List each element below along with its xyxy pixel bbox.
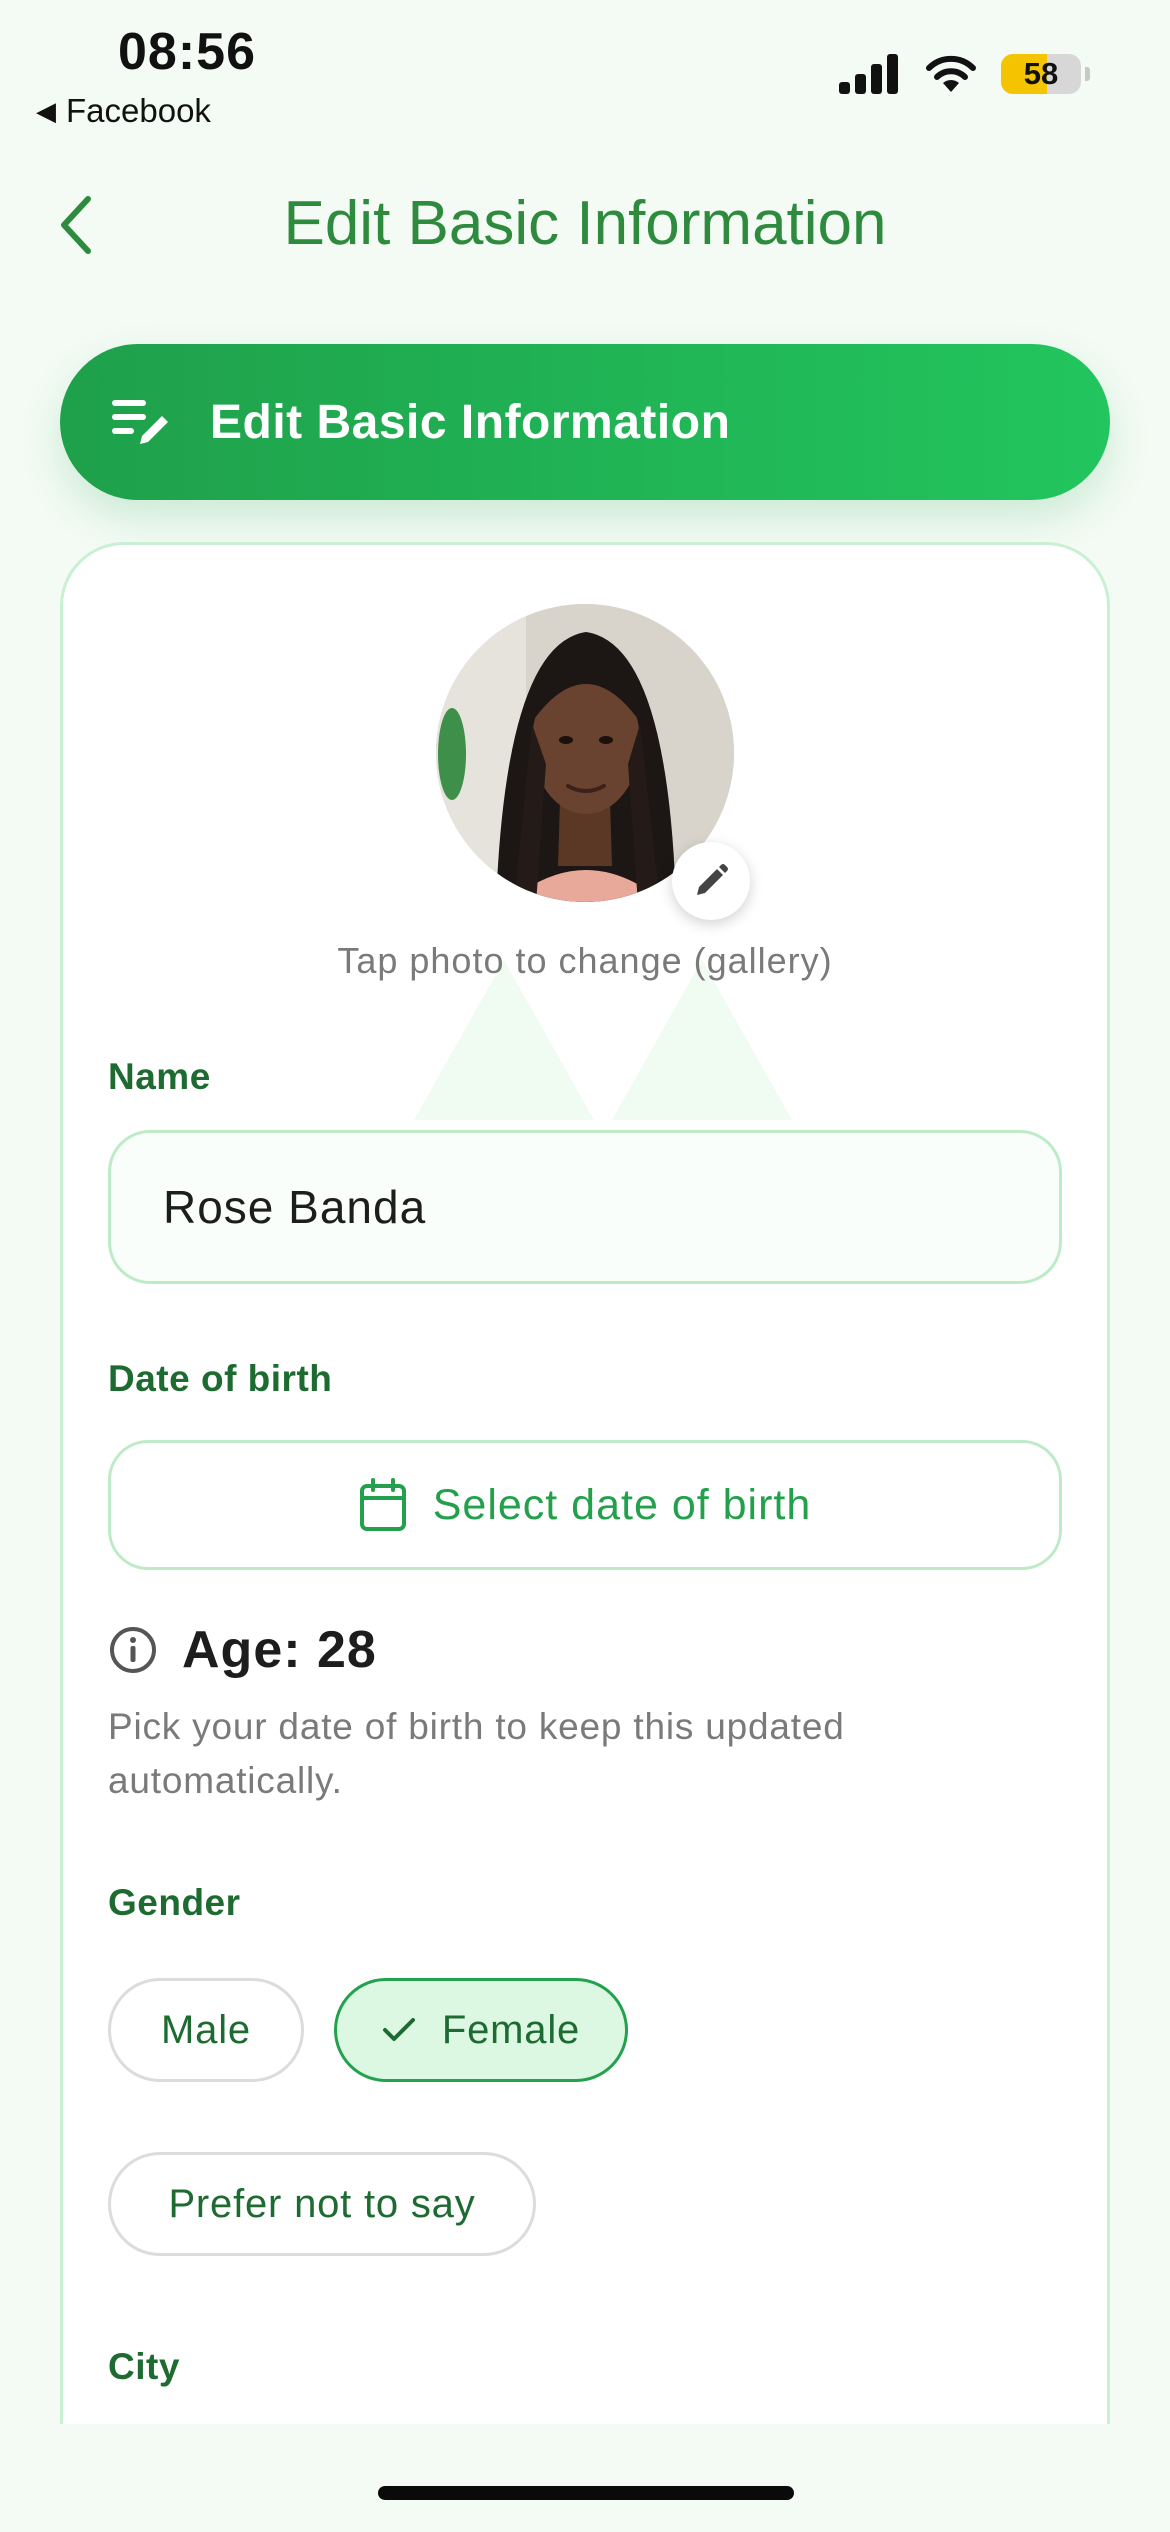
city-label: City <box>108 2346 180 2387</box>
calendar-icon <box>359 1478 406 1531</box>
section-header-banner: Edit Basic Information <box>60 344 1110 500</box>
gender-option-male[interactable]: Male <box>108 1978 304 2082</box>
battery-level: 58 <box>1023 56 1059 91</box>
select-dob-button[interactable]: Select date of birth <box>108 1440 1062 1570</box>
name-label: Name <box>108 1056 211 1097</box>
decor-shape <box>414 960 594 1120</box>
back-triangle-icon: ◀ <box>36 95 56 126</box>
pencil-icon[interactable] <box>672 842 750 920</box>
age-value: Age: 28 <box>182 1621 377 1679</box>
back-to-app-link[interactable]: ◀ Facebook <box>36 92 211 130</box>
wifi-icon <box>926 55 976 92</box>
decor-shape <box>612 960 792 1120</box>
battery-icon: 58 <box>1001 54 1081 94</box>
select-dob-label: Select date of birth <box>432 1480 812 1529</box>
info-icon <box>110 1627 156 1673</box>
age-row: Age: 28 <box>108 1620 377 1680</box>
cellular-signal-icon <box>839 54 898 94</box>
gender-option-label: Prefer not to say <box>168 2181 476 2226</box>
gender-option-prefer-not-to-say[interactable]: Prefer not to say <box>108 2152 536 2256</box>
banner-title: Edit Basic Information <box>210 395 731 449</box>
age-help-text: Pick your date of birth to keep this upd… <box>108 1706 845 1801</box>
name-input[interactable]: Rose Banda <box>108 1130 1062 1284</box>
page-title: Edit Basic Information <box>283 189 887 258</box>
gender-option-label: Female <box>441 2007 581 2052</box>
edit-basic-info-screen: 08:56 ◀ Facebook 58 Edit Basic Informati… <box>0 0 1170 2532</box>
gender-label: Gender <box>108 1882 241 1923</box>
back-app-label: Facebook <box>66 92 211 129</box>
gender-option-female[interactable]: Female <box>334 1978 628 2082</box>
edit-note-icon <box>112 400 168 444</box>
status-icons: 58 <box>839 54 1090 94</box>
dob-label: Date of birth <box>108 1358 333 1399</box>
check-icon <box>382 2018 415 2041</box>
photo-hint: Tap photo to change (gallery) <box>337 940 833 981</box>
gender-option-label: Male <box>161 2007 251 2052</box>
status-time: 08:56 <box>118 23 256 81</box>
bottom-safe-area <box>0 2424 1170 2532</box>
home-indicator[interactable] <box>378 2486 794 2500</box>
